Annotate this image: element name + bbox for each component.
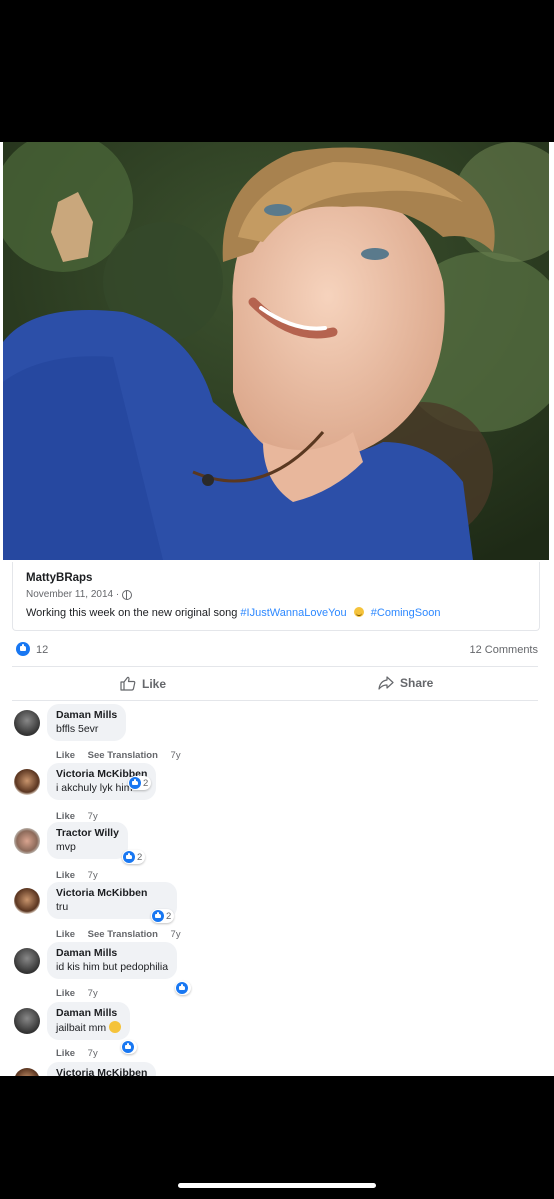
avatar[interactable] <box>14 1008 40 1034</box>
comment-text: id kis him but pedophilia <box>56 961 169 973</box>
post-card: MattyBRaps November 11, 2014 · Working t… <box>12 562 540 631</box>
comment-reactions[interactable]: 2 <box>128 776 152 790</box>
like-reaction-icon <box>152 910 164 922</box>
comment-meta: Like 7y <box>56 870 108 881</box>
avatar[interactable] <box>14 710 40 736</box>
like-reaction-icon <box>122 1041 134 1053</box>
like-reaction-icon <box>176 982 188 994</box>
selfie-image <box>3 142 549 560</box>
reaction-count[interactable]: 12 <box>36 644 48 656</box>
post-date[interactable]: November 11, 2014 · <box>26 589 119 600</box>
comment-bubble: Daman Mills id kis him but pedophilia <box>47 942 178 979</box>
comment-bubble: Daman Mills bffls 5evr <box>47 704 127 741</box>
globe-icon <box>122 589 133 600</box>
comment-reactions[interactable] <box>175 981 191 995</box>
like-reaction-icon <box>129 777 141 789</box>
see-translation-link[interactable]: See Translation <box>88 929 158 940</box>
comment-like-link[interactable]: Like <box>56 929 75 940</box>
comment-bubble: Daman Mills jailbait mm <box>47 1002 131 1040</box>
post-actions: Like Share <box>12 674 538 696</box>
post-author[interactable]: MattyBRaps <box>26 572 92 584</box>
avatar[interactable] <box>14 1068 40 1076</box>
comment-meta: Like 7y <box>56 988 108 999</box>
avatar[interactable] <box>14 828 40 854</box>
comment-text: bffls 5evr <box>56 723 99 735</box>
comment-like-link[interactable]: Like <box>56 1048 75 1059</box>
comment-bubble: Victoria McKibben <box>47 1062 157 1076</box>
comment-like-link[interactable]: Like <box>56 750 75 761</box>
share-icon <box>378 676 394 690</box>
comments-count[interactable]: 12 Comments <box>470 644 538 656</box>
comment-reactions[interactable]: 2 <box>151 909 175 923</box>
comment-time[interactable]: 7y <box>88 1048 98 1059</box>
smile-emoji-icon <box>353 607 364 617</box>
like-reaction-icon[interactable] <box>16 642 30 656</box>
commenter-name[interactable]: Daman Mills <box>56 947 168 959</box>
comment-time[interactable]: 7y <box>171 929 181 940</box>
commenter-name[interactable]: Tractor Willy <box>56 827 119 839</box>
comment-like-link[interactable]: Like <box>56 811 75 822</box>
avatar[interactable] <box>14 948 40 974</box>
share-button[interactable]: Share <box>378 676 433 690</box>
comment-like-link[interactable]: Like <box>56 870 75 881</box>
commenter-name[interactable]: Victoria McKibben <box>56 887 168 899</box>
comment-text: mvp <box>56 841 76 853</box>
avatar[interactable] <box>14 888 40 914</box>
post-photo[interactable] <box>3 142 549 560</box>
commenter-name[interactable]: Victoria McKibben <box>56 1067 147 1076</box>
hashtag-link[interactable]: #IJustWannaLoveYou <box>240 607 346 619</box>
post-caption: Working this week on the new original so… <box>26 607 440 619</box>
reaction-count: 2 <box>143 777 149 789</box>
comment-like-link[interactable]: Like <box>56 988 75 999</box>
commenter-name[interactable]: Daman Mills <box>56 709 117 721</box>
comment-time[interactable]: 7y <box>171 750 181 761</box>
like-button[interactable]: Like <box>120 676 166 691</box>
comment-text: jailbait mm <box>56 1021 122 1034</box>
comment-meta: Like See Translation 7y <box>56 929 191 940</box>
facebook-post-screen: MattyBRaps November 11, 2014 · Working t… <box>0 142 554 1076</box>
comment-meta: Like See Translation 7y <box>56 750 191 761</box>
caption-text: Working this week on the new original so… <box>26 607 238 619</box>
comment-time[interactable]: 7y <box>88 811 98 822</box>
commenter-name[interactable]: Daman Mills <box>56 1007 121 1019</box>
divider <box>12 700 538 701</box>
hashtag-link[interactable]: #ComingSoon <box>371 607 441 619</box>
reaction-count: 2 <box>166 910 172 922</box>
comment-reactions[interactable]: 2 <box>122 850 146 864</box>
comment-text-value: jailbait mm <box>56 1022 107 1034</box>
comment-time[interactable]: 7y <box>88 988 98 999</box>
like-button-label: Like <box>142 676 167 691</box>
haha-reaction-icon <box>109 1021 122 1033</box>
comment-bubble: Tractor Willy mvp <box>47 822 128 859</box>
thumbs-up-icon <box>120 676 136 691</box>
see-translation-link[interactable]: See Translation <box>88 750 158 761</box>
comment-meta: Like 7y <box>56 811 108 822</box>
comment-time[interactable]: 7y <box>88 870 98 881</box>
divider <box>12 666 538 667</box>
post-stats: 12 12 Comments <box>16 642 538 660</box>
comment-meta: Like 7y <box>56 1048 108 1059</box>
comment-reactions[interactable] <box>121 1040 137 1054</box>
home-indicator[interactable] <box>178 1183 376 1188</box>
reaction-count: 2 <box>137 851 143 863</box>
avatar[interactable] <box>14 769 40 795</box>
post-date-row: November 11, 2014 · <box>26 589 133 600</box>
like-reaction-icon <box>123 851 135 863</box>
share-button-label: Share <box>400 676 434 690</box>
